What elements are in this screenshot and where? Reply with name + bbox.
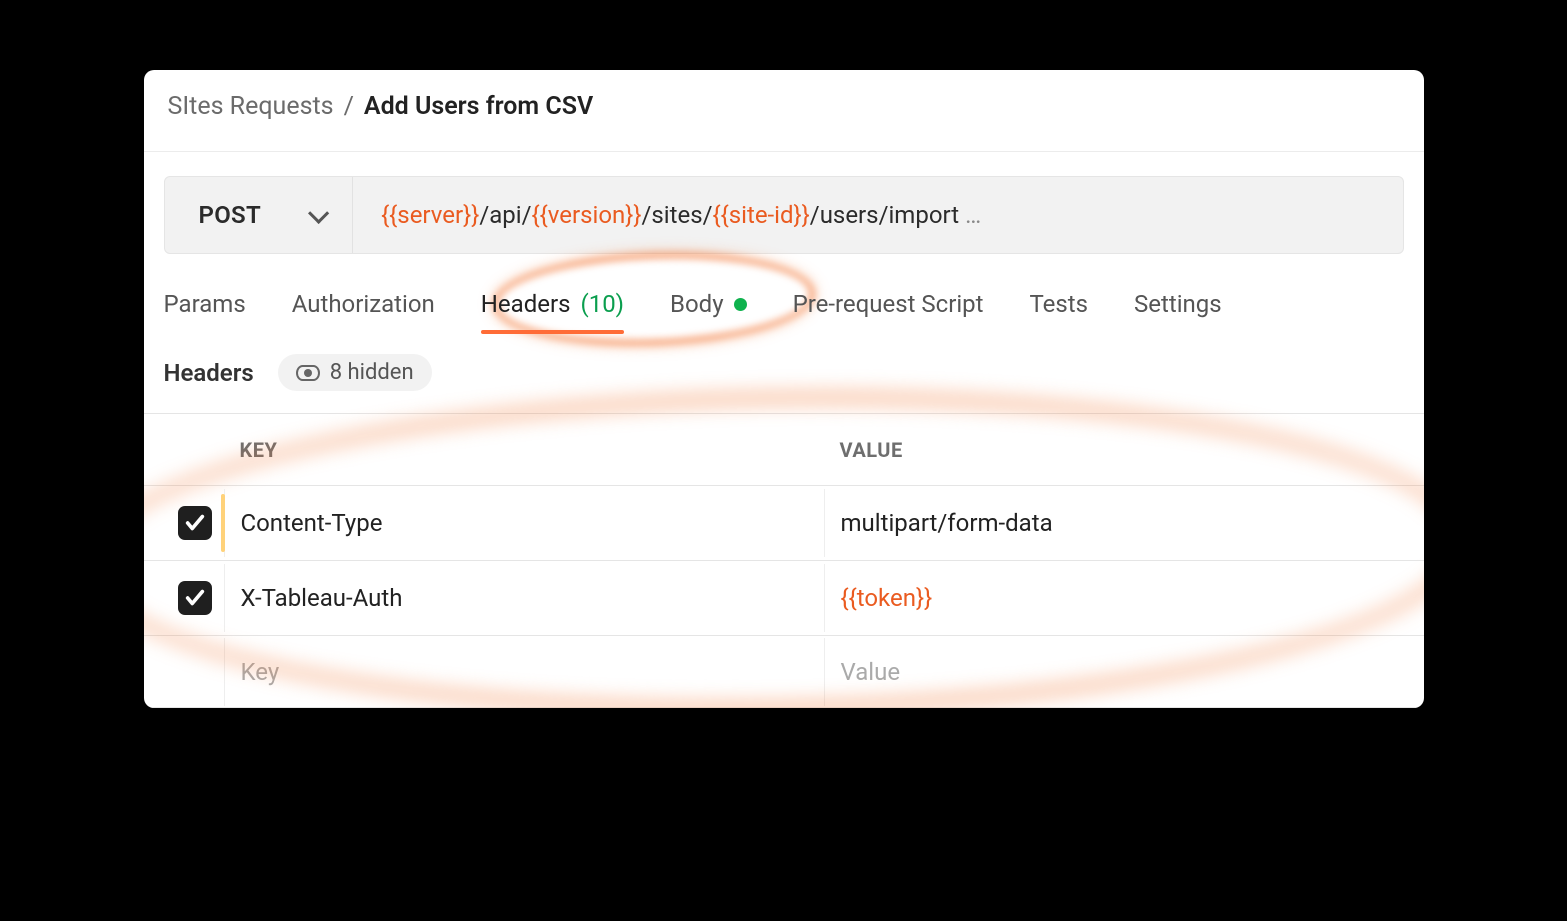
method-select[interactable]: POST bbox=[165, 177, 354, 253]
tab-bar: Params Authorization Headers (10) Body P… bbox=[144, 254, 1424, 334]
url-var: {{site-id}} bbox=[713, 201, 810, 229]
tab-tests[interactable]: Tests bbox=[1030, 278, 1089, 334]
header-value-cell[interactable]: {{token}} bbox=[824, 564, 1424, 632]
tab-headers[interactable]: Headers (10) bbox=[481, 278, 624, 334]
enable-cell bbox=[144, 561, 224, 635]
tab-settings-label: Settings bbox=[1134, 290, 1222, 318]
tab-headers-label: Headers bbox=[481, 290, 571, 318]
check-icon bbox=[184, 587, 206, 609]
request-bar: POST {{server}} /api/ {{version}} /sites… bbox=[144, 152, 1424, 254]
headers-table: KEY VALUE Content-Type multipart/form-da… bbox=[144, 413, 1424, 708]
table-header-blank bbox=[144, 430, 224, 470]
header-key-cell[interactable]: X-Tableau-Auth bbox=[224, 564, 824, 632]
header-key-cell[interactable]: Content-Type bbox=[224, 489, 824, 557]
table-header-value: VALUE bbox=[824, 418, 1424, 482]
enable-cell-empty bbox=[144, 652, 224, 692]
table-header-row: KEY VALUE bbox=[144, 414, 1424, 486]
url-text: /api/ bbox=[479, 201, 531, 229]
url-text: /sites/ bbox=[642, 201, 713, 229]
breadcrumb-title: Add Users from CSV bbox=[364, 92, 593, 121]
enable-checkbox[interactable] bbox=[178, 506, 212, 540]
hidden-headers-text: 8 hidden bbox=[330, 360, 414, 385]
headers-subheader-label: Headers bbox=[164, 359, 254, 387]
url-input[interactable]: {{server}} /api/ {{version}} /sites/ {{s… bbox=[353, 177, 981, 253]
tab-auth-label: Authorization bbox=[292, 290, 435, 318]
url-var: {{version}} bbox=[532, 201, 642, 229]
enable-checkbox[interactable] bbox=[178, 581, 212, 615]
hidden-headers-toggle[interactable]: 8 hidden bbox=[278, 354, 432, 391]
header-value-var: {{token}} bbox=[841, 584, 933, 612]
dot-indicator-icon bbox=[734, 298, 747, 311]
request-row: POST {{server}} /api/ {{version}} /sites… bbox=[164, 176, 1404, 254]
url-truncated: … bbox=[965, 201, 981, 229]
chevron-down-icon bbox=[308, 202, 329, 223]
header-value-cell[interactable]: multipart/form-data bbox=[824, 489, 1424, 557]
table-row: X-Tableau-Auth {{token}} bbox=[144, 561, 1424, 636]
header-key-placeholder[interactable]: Key bbox=[224, 638, 824, 706]
headers-subheader: Headers 8 hidden bbox=[144, 334, 1424, 413]
tab-prereq-label: Pre-request Script bbox=[793, 290, 984, 318]
table-row: Content-Type multipart/form-data bbox=[144, 486, 1424, 561]
eye-icon bbox=[296, 365, 320, 381]
tab-params-label: Params bbox=[164, 290, 246, 318]
headers-table-wrap: KEY VALUE Content-Type multipart/form-da… bbox=[144, 413, 1424, 708]
method-label: POST bbox=[199, 201, 262, 229]
breadcrumb-parent[interactable]: SItes Requests bbox=[168, 92, 334, 121]
tab-body-label: Body bbox=[670, 290, 724, 318]
tab-tests-label: Tests bbox=[1030, 290, 1089, 318]
breadcrumb: SItes Requests / Add Users from CSV bbox=[144, 70, 1424, 152]
url-var: {{server}} bbox=[381, 201, 479, 229]
header-value-placeholder[interactable]: Value bbox=[824, 638, 1424, 706]
tab-auth[interactable]: Authorization bbox=[292, 278, 435, 334]
tab-prereq[interactable]: Pre-request Script bbox=[793, 278, 984, 334]
url-text: /users/import bbox=[810, 201, 959, 229]
table-row-placeholder: Key Value bbox=[144, 636, 1424, 708]
tab-settings[interactable]: Settings bbox=[1134, 278, 1222, 334]
tab-params[interactable]: Params bbox=[164, 278, 246, 334]
enable-cell bbox=[144, 486, 224, 560]
check-icon bbox=[184, 512, 206, 534]
breadcrumb-separator: / bbox=[344, 92, 354, 121]
tab-body[interactable]: Body bbox=[670, 278, 747, 334]
table-header-key: KEY bbox=[224, 418, 824, 482]
request-panel: SItes Requests / Add Users from CSV POST… bbox=[144, 70, 1424, 708]
tab-headers-count: (10) bbox=[580, 290, 624, 318]
